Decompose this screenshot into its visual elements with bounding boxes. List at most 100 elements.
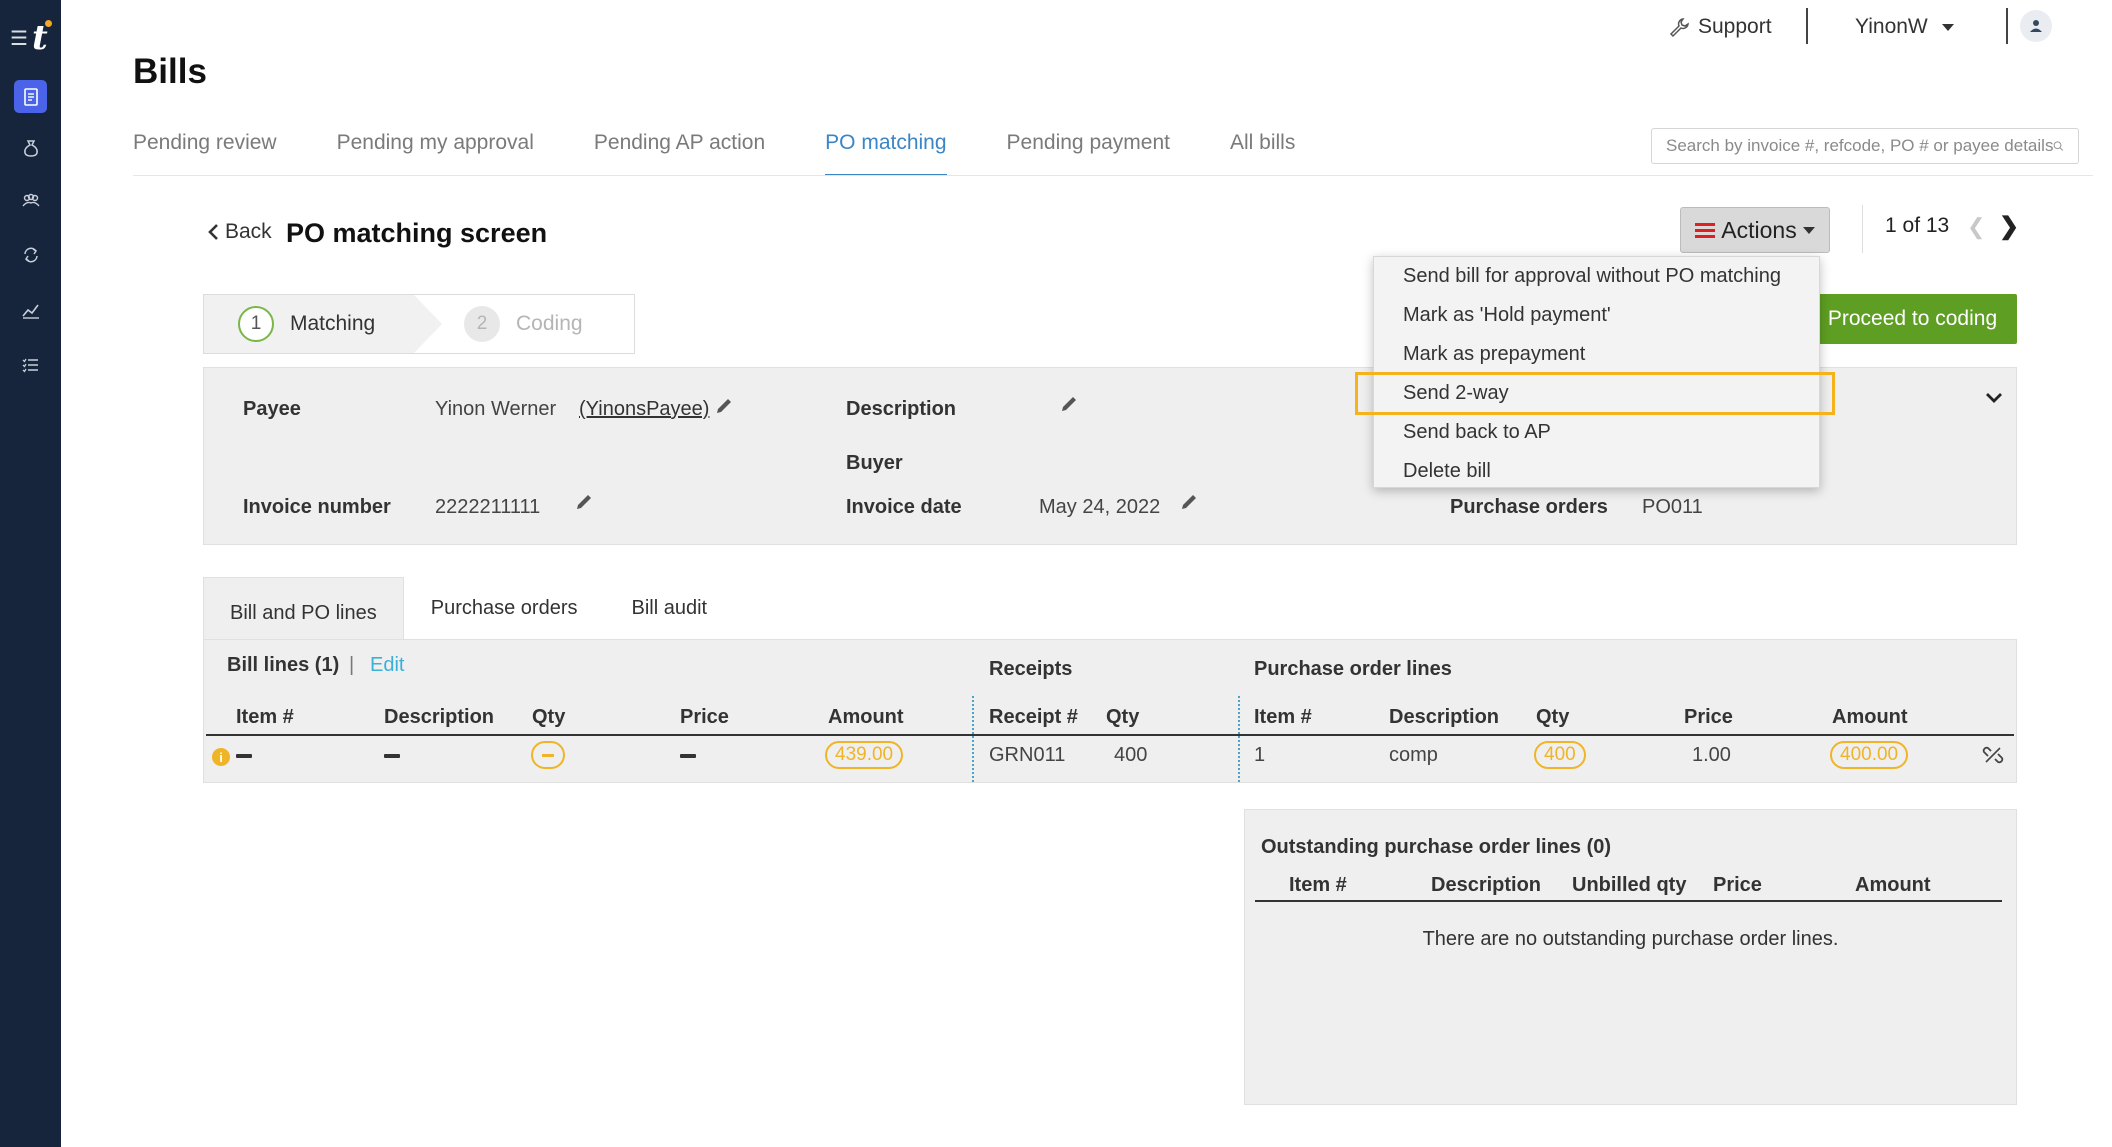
receipts-title: Receipts (989, 658, 1073, 680)
edit-payee-pencil-icon[interactable] (714, 396, 734, 416)
nav-payees-icon[interactable] (14, 184, 47, 217)
chevron-down-icon[interactable] (1984, 388, 2004, 408)
separator: | (349, 654, 355, 676)
tab-purchase-orders[interactable]: Purchase orders (404, 577, 605, 640)
col-po-amount: Amount (1832, 706, 1908, 728)
edit-invoice-date-pencil-icon[interactable] (1179, 492, 1199, 512)
po-item-number: 1 (1254, 744, 1266, 766)
progress-stepper: 1 Matching 2 Coding (203, 294, 635, 354)
step-number: 2 (464, 306, 500, 342)
user-icon (2030, 20, 2042, 32)
tab-pending-my-approval[interactable]: Pending my approval (337, 128, 534, 176)
col-price: Price (680, 706, 729, 728)
col-receipt-qty: Qty (1106, 706, 1140, 728)
payee-label: Payee (243, 398, 301, 420)
proceed-to-coding-button[interactable]: Proceed to coding (1808, 294, 2017, 344)
col-po-price: Price (1684, 706, 1733, 728)
user-menu[interactable]: YinonW (1855, 12, 1954, 42)
lines-tabs: Bill and PO lines Purchase orders Bill a… (203, 577, 734, 640)
receipt-qty: 400 (1114, 744, 1148, 766)
menu-item-delete-bill[interactable]: Delete bill (1403, 460, 1491, 483)
app-logo[interactable]: ☰ t (10, 18, 54, 58)
os-col-price: Price (1713, 874, 1762, 896)
outstanding-title: Outstanding purchase order lines (0) (1261, 836, 1612, 858)
nav-sync-icon[interactable] (14, 238, 47, 271)
edit-description-pencil-icon[interactable] (1059, 394, 1079, 414)
step-label: Coding (516, 312, 583, 335)
support-link[interactable]: Support (1668, 12, 1772, 42)
search-placeholder: Search by invoice #, refcode, PO # or pa… (1666, 136, 2054, 155)
left-nav: ☰ t (0, 0, 61, 1147)
back-button[interactable]: Back (207, 220, 272, 244)
step-matching[interactable]: 1 Matching (204, 295, 414, 353)
col-receipt-no: Receipt # (989, 706, 1078, 728)
col-qty: Qty (532, 706, 566, 728)
search-icon (2054, 141, 2064, 151)
payee-code-link[interactable]: (YinonsPayee) (579, 398, 709, 421)
os-header-rule (1255, 900, 2002, 902)
step-coding[interactable]: 2 Coding (464, 295, 583, 353)
brand-logo: t (32, 18, 52, 58)
bill-lines-title: Bill lines (1) (227, 654, 340, 676)
invoice-date-label: Invoice date (846, 496, 962, 518)
menu-item-send-back-to-ap[interactable]: Send back to AP (1403, 421, 1551, 444)
purchase-orders-label: Purchase orders (1450, 496, 1608, 518)
edit-invoice-number-pencil-icon[interactable] (574, 492, 594, 512)
bill-po-lines-panel: Bill lines (1) | Edit Receipts Purchase … (203, 639, 2017, 783)
menu-item-prepayment[interactable]: Mark as prepayment (1403, 343, 1585, 366)
payee-name: Yinon Werner (435, 398, 557, 420)
invoice-number-value: 2222211111 (435, 496, 541, 518)
next-bill-icon[interactable]: ❯ (1999, 212, 2019, 241)
tab-all-bills[interactable]: All bills (1230, 128, 1295, 176)
menu-lines-icon (1695, 222, 1716, 238)
username: YinonW (1855, 15, 1928, 38)
po-divider (1238, 696, 1240, 782)
pager-count: 1 of 13 (1885, 214, 1950, 237)
tab-pending-payment[interactable]: Pending payment (1007, 128, 1170, 176)
avatar[interactable] (2020, 10, 2052, 42)
nav-payments-icon[interactable] (14, 131, 47, 164)
chevron-left-icon (208, 224, 218, 240)
nav-reports-icon[interactable] (14, 293, 47, 326)
bill-status-tabs: Pending review Pending my approval Pendi… (133, 128, 1355, 176)
os-col-description: Description (1431, 874, 1542, 896)
os-col-amount: Amount (1855, 874, 1931, 896)
unlink-icon[interactable] (1982, 744, 2004, 766)
po-qty-badge: 400 (1534, 741, 1586, 769)
tab-pending-review[interactable]: Pending review (133, 128, 277, 176)
nav-bills-icon[interactable] (14, 80, 47, 113)
chevron-down-icon (1802, 226, 1815, 234)
menu-item-hold-payment[interactable]: Mark as 'Hold payment' (1403, 304, 1611, 327)
col-description: Description (384, 706, 495, 728)
nav-tasks-icon[interactable] (14, 348, 47, 381)
po-price: 1.00 (1692, 744, 1731, 766)
tab-bill-and-po-lines[interactable]: Bill and PO lines (203, 577, 404, 640)
purchase-orders-value: PO011 (1642, 496, 1703, 518)
step-number: 1 (238, 306, 274, 342)
tab-pending-ap-action[interactable]: Pending AP action (594, 128, 765, 176)
os-col-item: Item # (1289, 874, 1347, 896)
hamburger-menu-icon[interactable]: ☰ (10, 26, 28, 51)
step-arrow (414, 295, 442, 353)
tab-bill-audit[interactable]: Bill audit (605, 577, 735, 640)
po-description: comp (1389, 744, 1438, 766)
pager-divider (1862, 205, 1863, 253)
buyer-label: Buyer (846, 452, 903, 474)
receipt-number: GRN011 (989, 744, 1066, 766)
step-label: Matching (290, 312, 376, 335)
chevron-down-icon (1941, 23, 1954, 31)
header-divider (1806, 8, 1808, 44)
menu-item-send-for-approval[interactable]: Send bill for approval without PO matchi… (1403, 265, 1781, 288)
edit-bill-lines-link[interactable]: Edit (370, 654, 404, 677)
os-col-unbilled-qty: Unbilled qty (1572, 874, 1687, 896)
previous-bill-icon[interactable]: ❮ (1967, 214, 1985, 240)
header-rule (206, 734, 2014, 736)
col-po-qty: Qty (1536, 706, 1570, 728)
tab-po-matching[interactable]: PO matching (825, 128, 947, 176)
wrench-icon (1669, 18, 1689, 38)
info-warning-icon[interactable]: i (212, 748, 230, 766)
actions-button[interactable]: Actions (1680, 207, 1830, 253)
search-input[interactable]: Search by invoice #, refcode, PO # or pa… (1651, 128, 2079, 164)
support-label: Support (1698, 15, 1772, 38)
empty-price-dash (680, 754, 696, 758)
